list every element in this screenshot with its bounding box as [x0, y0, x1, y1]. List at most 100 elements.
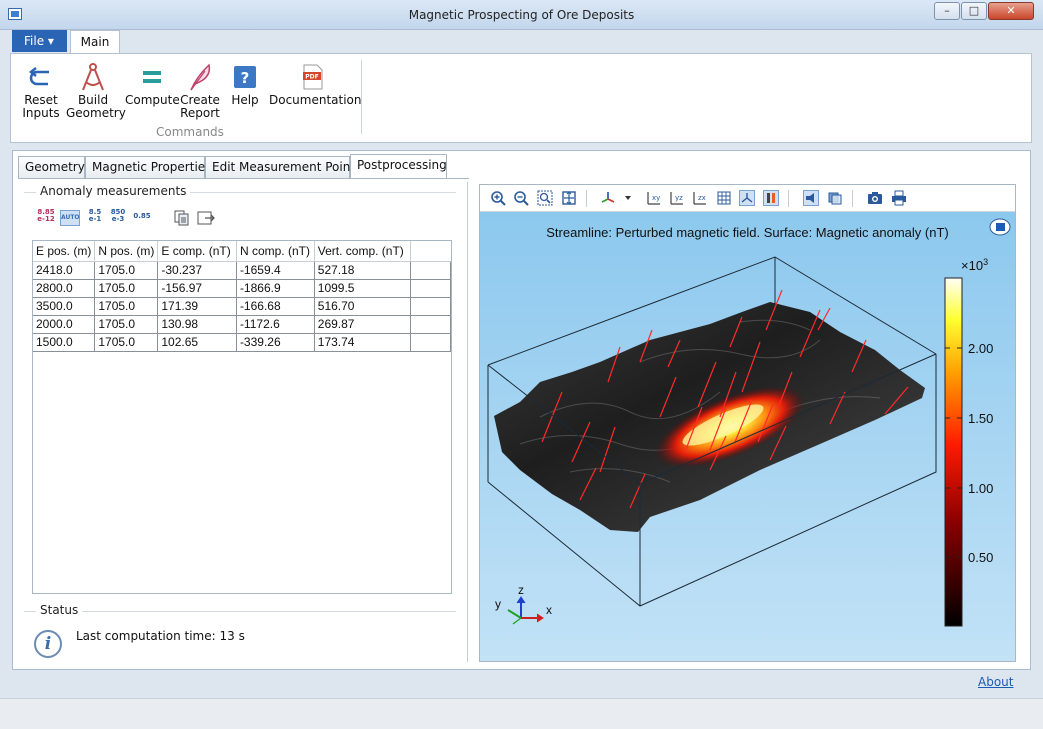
table-cell[interactable]: -1659.4	[236, 261, 315, 280]
zoom-out-icon[interactable]	[513, 190, 529, 206]
column-header[interactable]: N pos. (m)	[94, 241, 159, 262]
maximize-button[interactable]: □	[961, 2, 987, 20]
comsol-logo	[989, 218, 1011, 236]
help-button[interactable]: ? Help	[230, 60, 260, 107]
transparency-icon[interactable]	[827, 190, 843, 206]
table-cell[interactable]: -1172.6	[236, 315, 315, 334]
table-row[interactable]: 3500.0 1705.0 171.39 -166.68 516.70	[33, 297, 451, 316]
compass-icon	[66, 60, 120, 94]
build-geometry-button[interactable]: Build Geometry	[66, 60, 126, 120]
table-cell[interactable]: 269.87	[314, 315, 412, 334]
table-row[interactable]: 2000.0 1705.0 130.98 -1172.6 269.87	[33, 315, 451, 334]
print-icon[interactable]	[891, 190, 907, 206]
table-cell-filler	[410, 315, 451, 334]
table-cell[interactable]: 130.98	[157, 315, 237, 334]
status-section-title: Status	[36, 603, 83, 617]
table-cell[interactable]: 1705.0	[94, 333, 159, 352]
lighting-icon[interactable]	[803, 190, 819, 206]
axis-y-label: y	[495, 597, 501, 611]
panel-splitter[interactable]	[467, 182, 468, 662]
column-header[interactable]: N comp. (nT)	[236, 241, 315, 262]
reset-arrow-icon	[21, 60, 61, 94]
view-xy-icon[interactable]: xy	[646, 190, 662, 206]
grid-icon[interactable]	[716, 190, 732, 206]
documentation-button[interactable]: PDF Documentation	[269, 60, 362, 107]
table-cell[interactable]: 1500.0	[33, 333, 96, 352]
column-header-filler	[410, 241, 451, 262]
view-zx-icon[interactable]: zx	[692, 190, 708, 206]
table-cell[interactable]: 527.18	[314, 261, 412, 280]
table-cell[interactable]: 516.70	[314, 297, 412, 316]
column-header[interactable]: E comp. (nT)	[157, 241, 237, 262]
close-button[interactable]: ✕	[988, 2, 1034, 20]
export-table-icon[interactable]	[196, 209, 216, 229]
precision-e-1-button[interactable]: 8.5 e-1	[86, 209, 104, 223]
toolbar-separator	[852, 190, 853, 207]
table-cell[interactable]: 1705.0	[94, 297, 159, 316]
table-row[interactable]: 2800.0 1705.0 -156.97 -1866.9 1099.5	[33, 279, 451, 298]
table-cell[interactable]: 102.65	[157, 333, 237, 352]
show-axes-icon[interactable]	[739, 190, 755, 206]
help-icon: ?	[230, 60, 260, 94]
table-cell[interactable]: -339.26	[236, 333, 315, 352]
copy-table-icon[interactable]	[173, 209, 191, 229]
tab-magnetic-properties[interactable]: Magnetic Properties	[85, 156, 211, 178]
status-section-divider	[24, 611, 456, 612]
table-cell[interactable]: 1705.0	[94, 315, 159, 334]
plot-canvas[interactable]: Streamline: Perturbed magnetic field. Su…	[480, 212, 1015, 661]
table-cell[interactable]: -30.237	[157, 261, 237, 280]
table-cell[interactable]: 1705.0	[94, 279, 159, 298]
table-cell[interactable]: 2800.0	[33, 279, 96, 298]
svg-text:zx: zx	[698, 194, 706, 202]
table-cell[interactable]: 2000.0	[33, 315, 96, 334]
pdf-icon: PDF	[269, 60, 357, 94]
table-row[interactable]: 1500.0 1705.0 102.65 -339.26 173.74	[33, 333, 451, 352]
table-row[interactable]: 2418.0 1705.0 -30.237 -1659.4 527.18	[33, 261, 451, 280]
table-cell-filler	[410, 261, 451, 280]
reset-inputs-button[interactable]: Reset Inputs	[21, 60, 61, 120]
chevron-down-icon[interactable]	[623, 190, 633, 206]
toolbar-separator	[586, 190, 587, 207]
status-message: Last computation time: 13 s	[76, 629, 245, 643]
table-cell[interactable]: 1099.5	[314, 279, 412, 298]
auto-precision-button[interactable]: AUTO	[60, 210, 80, 226]
table-cell[interactable]: -156.97	[157, 279, 237, 298]
colorbar-tick-label: 2.00	[968, 341, 993, 356]
file-menu-button[interactable]: File ▾	[12, 30, 67, 52]
table-cell[interactable]: 1705.0	[94, 261, 159, 280]
zoom-extents-icon[interactable]	[561, 190, 577, 206]
table-header-row: E pos. (m) N pos. (m) E comp. (nT) N com…	[33, 241, 451, 262]
minimize-button[interactable]: –	[934, 2, 960, 20]
graphics-toolbar: xy yz zx	[480, 185, 1015, 212]
colorbar-tick-label: 1.00	[968, 481, 993, 496]
table-cell[interactable]: 173.74	[314, 333, 412, 352]
about-link[interactable]: About	[978, 675, 1013, 689]
table-cell[interactable]: -166.68	[236, 297, 315, 316]
show-legend-icon[interactable]	[763, 190, 779, 206]
table-cell[interactable]: 3500.0	[33, 297, 96, 316]
axis-orientation-icon[interactable]	[600, 190, 616, 206]
table-cell[interactable]: -1866.9	[236, 279, 315, 298]
table-cell[interactable]: 2418.0	[33, 261, 96, 280]
ribbon: Reset Inputs Build Geometry Compute Crea…	[10, 53, 1032, 143]
zoom-box-icon[interactable]	[537, 190, 553, 206]
tab-edit-measurement-points[interactable]: Edit Measurement Points	[205, 156, 361, 178]
commands-group-label: Commands	[156, 125, 224, 139]
camera-icon[interactable]	[867, 190, 883, 206]
tab-main[interactable]: Main	[70, 30, 120, 54]
plain-precision-button[interactable]: 0.85	[133, 213, 151, 220]
tab-postprocessing[interactable]: Postprocessing	[350, 154, 447, 178]
full-precision-button[interactable]: 8.85 e-12	[36, 209, 56, 223]
column-header[interactable]: E pos. (m)	[33, 241, 96, 262]
tab-geometry[interactable]: Geometry	[18, 156, 85, 178]
zoom-in-icon[interactable]	[490, 190, 506, 206]
precision-e-3-button[interactable]: 850 e-3	[109, 209, 127, 223]
table-cell[interactable]: 171.39	[157, 297, 237, 316]
axis-x-label: x	[546, 603, 552, 617]
colorbar-tick-label: 1.50	[968, 411, 993, 426]
svg-text:xy: xy	[652, 194, 660, 202]
view-yz-icon[interactable]: yz	[669, 190, 685, 206]
compute-button[interactable]: Compute	[125, 60, 180, 107]
create-report-button[interactable]: Create Report	[180, 60, 220, 120]
column-header[interactable]: Vert. comp. (nT)	[314, 241, 412, 262]
